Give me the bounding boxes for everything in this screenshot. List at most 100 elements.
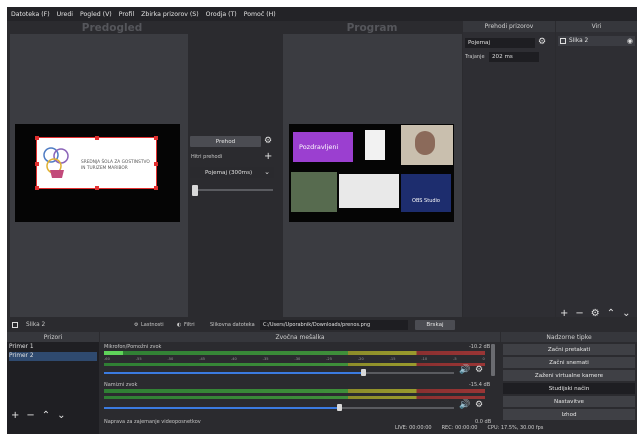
source-item[interactable]: Slika 2 ◉ [558, 36, 635, 46]
chevron-up-icon[interactable]: ⌃ [42, 411, 50, 421]
transition-type-select[interactable]: Pojemaj [465, 38, 535, 48]
mixer-channel-name: Namizni zvok [104, 382, 138, 388]
remove-icon[interactable]: − [26, 411, 34, 421]
webcam-image [401, 125, 453, 165]
program-photo [291, 172, 337, 212]
scene-item-selected[interactable]: Primer 2 [9, 352, 97, 361]
image-file-label: Slikovna datoteka [210, 322, 255, 328]
preview-canvas[interactable]: SREDNJA ŠOLA ZA GOSTINSTVO IN TURIZEM MA… [10, 34, 188, 317]
status-bar: LIVE: 00:00:00 REC: 00:00:00 CPU: 17.5%,… [395, 425, 543, 431]
eye-icon[interactable]: ◉ [627, 37, 633, 45]
mixer-channel-db: -10.2 dB [469, 344, 491, 350]
scale-tick: -15 [389, 357, 396, 361]
gear-icon[interactable]: ⚙ [134, 322, 138, 328]
transitions-panel [463, 32, 555, 317]
image-source-selection[interactable]: SREDNJA ŠOLA ZA GOSTINSTVO IN TURIZEM MA… [35, 136, 158, 190]
menu-tools[interactable]: Orodja (T) [206, 11, 237, 18]
t-bar-track[interactable] [197, 189, 273, 191]
chevron-up-icon[interactable]: ⌃ [607, 309, 615, 319]
resize-handle[interactable] [35, 162, 39, 166]
volume-slider-fill [104, 372, 363, 374]
transitions-panel-title: Prehodi prizorov [463, 21, 555, 32]
duration-input[interactable]: 202 ms [489, 52, 539, 62]
program-screenshot [339, 174, 399, 208]
menu-bar: Datoteka (F) Uredi Pogled (V) Profil Zbi… [7, 7, 637, 21]
resize-handle[interactable] [154, 162, 158, 166]
resize-handle[interactable] [95, 186, 99, 190]
menu-help[interactable]: Pomoč (H) [244, 11, 276, 18]
speaker-icon[interactable]: 🔊 [459, 366, 470, 375]
browse-button[interactable]: Brskaj [415, 320, 455, 330]
scale-tick: -35 [262, 357, 269, 361]
menu-view[interactable]: Pogled (V) [80, 11, 112, 18]
duration-value: 202 ms [492, 54, 513, 60]
gear-icon[interactable]: ⚙ [591, 309, 600, 319]
scale-tick: 0 [482, 357, 485, 361]
sources-toolbar: + − ⚙ ⌃ ⌄ [560, 309, 631, 319]
scale-tick: -55 [135, 357, 142, 361]
mixer-scrollbar[interactable] [491, 344, 495, 376]
studio-mode-button[interactable]: Studijski način [503, 383, 635, 394]
quick-transitions-label: Hitri prehodi [191, 154, 223, 160]
t-bar-handle[interactable] [192, 185, 198, 196]
image-source-icon [560, 38, 566, 44]
quick-transition-select[interactable]: Pojemaj (300ms) ⌄ [190, 167, 274, 178]
scale-tick: -45 [199, 357, 206, 361]
audio-meter [104, 396, 485, 399]
scale-tick: -60 [104, 357, 110, 361]
chevron-down-icon[interactable]: ⌄ [57, 411, 65, 421]
logo-text-line1: SREDNJA ŠOLA ZA GOSTINSTVO [81, 160, 150, 165]
audio-meter [104, 389, 485, 393]
scale-tick: -5 [453, 357, 457, 361]
quick-transition-value: Pojemaj (300ms) [205, 169, 253, 176]
volume-slider-handle[interactable] [337, 404, 342, 411]
sources-panel [556, 32, 637, 317]
properties-button[interactable]: Lastnosti [141, 322, 164, 328]
preview-screen: SREDNJA ŠOLA ZA GOSTINSTVO IN TURIZEM MA… [15, 124, 180, 222]
gear-icon[interactable]: ⚙ [475, 366, 483, 375]
speaker-icon[interactable]: 🔊 [459, 401, 470, 410]
remove-icon[interactable]: − [575, 309, 583, 319]
gear-icon[interactable]: ⚙ [538, 38, 546, 47]
resize-handle[interactable] [35, 186, 39, 190]
resize-handle[interactable] [35, 136, 39, 140]
chevron-down-icon[interactable]: ⌄ [622, 309, 630, 319]
greeting-tile: Pozdravljeni [293, 132, 353, 162]
scale-tick: -20 [357, 357, 364, 361]
transition-type-value: Pojemaj [468, 40, 491, 46]
exit-button[interactable]: Izhod [503, 409, 635, 420]
meter-scale: -60 -55 -50 -45 -40 -35 -30 -25 -20 -15 -10 -5 0 [104, 357, 485, 361]
scenes-toolbar: + − ⌃ ⌄ [11, 411, 66, 421]
scene-item[interactable]: Primer 1 [9, 343, 97, 352]
start-streaming-button[interactable]: Začni pretakati [503, 344, 635, 355]
mixer-channel-db: -15.4 dB [469, 382, 491, 388]
volume-slider-fill [104, 407, 339, 409]
obs-studio-tile: OBS Studio [401, 174, 451, 212]
resize-handle[interactable] [95, 136, 99, 140]
menu-scene-collection[interactable]: Zbirka prizorov (S) [141, 11, 198, 18]
start-virtual-camera-button[interactable]: Zaženi virtualne kamere [503, 370, 635, 381]
scale-tick: -10 [421, 357, 428, 361]
menu-edit[interactable]: Uredi [57, 11, 73, 18]
menu-file[interactable]: Datoteka (F) [11, 11, 50, 18]
start-recording-button[interactable]: Začni snemati [503, 357, 635, 368]
add-icon[interactable]: + [264, 152, 272, 162]
filter-icon[interactable]: ◐ [177, 322, 181, 328]
scale-tick: -25 [326, 357, 333, 361]
image-file-path[interactable]: C:/Users/Uporabnik/Downloads/prenos.png [260, 320, 408, 330]
resize-handle[interactable] [154, 136, 158, 140]
gear-icon[interactable]: ⚙ [475, 401, 483, 410]
cpu-status: CPU: 17.5%, 30.00 fps [487, 425, 544, 431]
filters-button[interactable]: Filtri [184, 322, 195, 328]
person-figure [415, 131, 435, 155]
volume-slider-handle[interactable] [361, 369, 366, 376]
menu-profile[interactable]: Profil [119, 11, 134, 18]
resize-handle[interactable] [154, 186, 158, 190]
add-icon[interactable]: + [11, 411, 19, 421]
settings-button[interactable]: Nastavitve [503, 396, 635, 407]
add-icon[interactable]: + [560, 309, 568, 319]
transition-button[interactable]: Prehod [190, 136, 261, 147]
mixer-channel-name: Mikrofon/Pomožni zvok [104, 344, 162, 350]
gear-icon[interactable]: ⚙ [264, 137, 272, 146]
mixer-panel-title: Zvočna mešalka [100, 332, 500, 342]
